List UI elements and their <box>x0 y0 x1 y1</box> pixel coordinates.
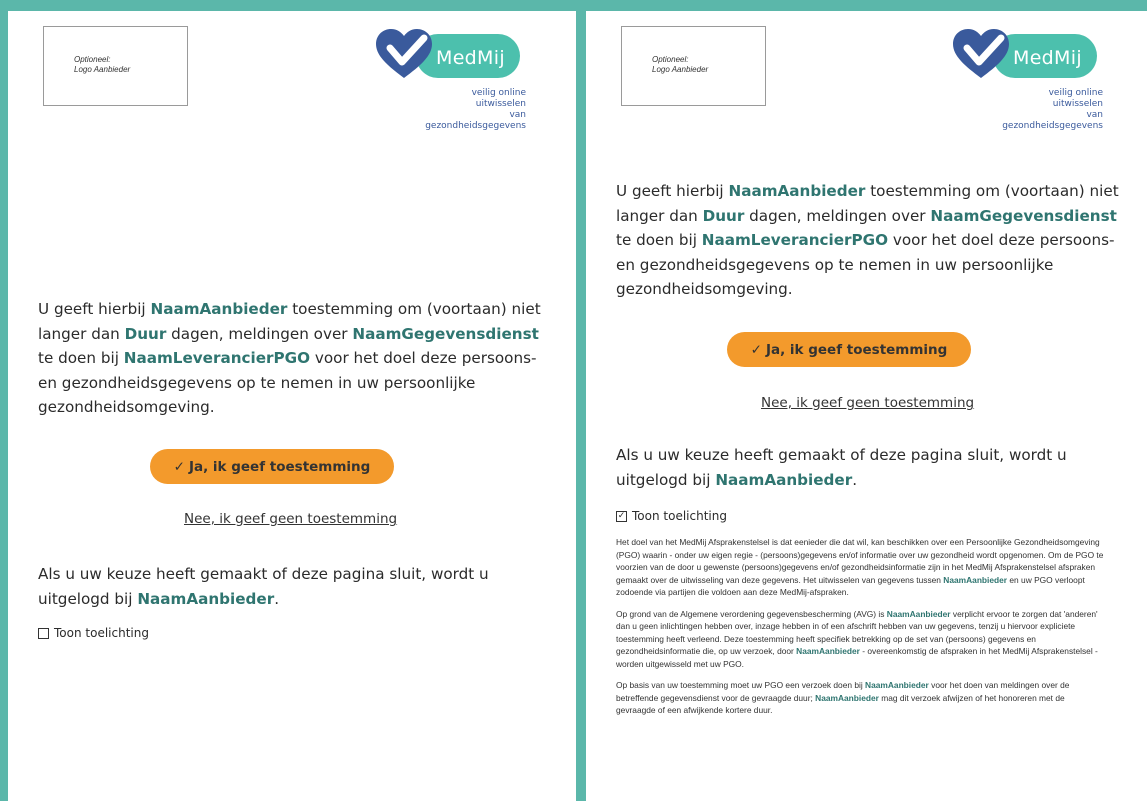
provider-name: NaamAanbieder <box>796 646 860 656</box>
pgo-supplier-name: NaamLeverancierPGO <box>701 231 889 249</box>
show-explanation-toggle[interactable]: ✓ Toon toelichting <box>616 509 727 523</box>
medmij-logo: MedMij veilig online uitwisselen van gez… <box>951 26 1103 131</box>
explanation-text-part: Op grond van de Algemene verordening geg… <box>616 608 887 619</box>
decline-consent-link[interactable]: Nee, ik geef geen toestemming <box>184 511 397 527</box>
give-consent-button[interactable]: ✓ Ja, ik geef toestemming <box>727 332 971 367</box>
brand-tagline-line1: veilig online uitwisselen <box>1048 88 1103 109</box>
provider-name: NaamAanbieder <box>715 470 853 489</box>
logout-message: Als u uw keuze heeft gemaakt of deze pag… <box>616 443 1126 492</box>
show-explanation-label: Toon toelichting <box>54 626 149 640</box>
consent-text-part: dagen, meldingen over <box>744 206 931 225</box>
brand-name: MedMij <box>436 47 505 69</box>
provider-name: NaamAanbieder <box>150 300 288 318</box>
consent-text-part: te doen bij <box>38 349 124 367</box>
give-consent-button[interactable]: ✓ Ja, ik geef toestemming <box>150 449 394 484</box>
show-explanation-toggle[interactable]: Toon toelichting <box>38 626 149 640</box>
check-icon: ✓ <box>750 341 762 358</box>
brand-tagline: veilig online uitwisselen van gezondheid… <box>422 88 526 132</box>
consent-text-part: U geeft hierbij <box>616 182 729 200</box>
data-service-name: NaamGegevensdienst <box>930 206 1117 225</box>
logout-text-part: . <box>274 589 280 608</box>
provider-name: NaamAanbieder <box>815 692 879 703</box>
consent-text-part: dagen, meldingen over <box>166 324 353 343</box>
medmij-logo: MedMij veilig online uitwisselen van gez… <box>374 26 526 131</box>
explanation-paragraph: Het doel van het MedMij Afsprakenstelsel… <box>616 536 1104 599</box>
brand-tagline: veilig online uitwisselen van gezondheid… <box>999 88 1103 132</box>
provider-name: NaamAanbieder <box>865 680 929 690</box>
provider-name: NaamAanbieder <box>137 589 275 608</box>
duration-value: Duur <box>124 324 167 343</box>
provider-logo-placeholder: Optioneel: Logo Aanbieder <box>43 26 188 106</box>
brand-name: MedMij <box>1013 47 1082 69</box>
logo-placeholder-line2: Logo Aanbieder <box>74 65 131 74</box>
pgo-supplier-name: NaamLeverancierPGO <box>123 349 311 367</box>
explanation-text-part: Op basis van uw toestemming moet uw PGO … <box>616 680 866 690</box>
brand-tagline-line2: van gezondheidsgegevens <box>425 110 526 131</box>
logo-placeholder-line1: Optioneel: <box>652 55 689 64</box>
check-icon: ✓ <box>173 458 185 475</box>
brand-tagline-line2: van gezondheidsgegevens <box>1002 110 1103 131</box>
consent-text: U geeft hierbij NaamAanbieder toestemmin… <box>38 297 548 420</box>
consent-text-part: te doen bij <box>616 231 702 249</box>
logout-message: Als u uw keuze heeft gemaakt of deze pag… <box>38 562 548 611</box>
provider-logo-placeholder: Optioneel: Logo Aanbieder <box>621 26 766 106</box>
consent-screen-expanded: Optioneel: Logo Aanbieder MedMij veilig … <box>586 11 1147 801</box>
provider-name: NaamAanbieder <box>728 182 866 200</box>
consent-screen-collapsed: Optioneel: Logo Aanbieder MedMij veilig … <box>8 11 576 801</box>
consent-text: U geeft hierbij NaamAanbieder toestemmin… <box>616 179 1126 302</box>
logout-text-part: . <box>852 470 858 489</box>
explanation-checkbox[interactable] <box>38 627 49 639</box>
duration-value: Duur <box>702 206 745 225</box>
explanation-text: Het doel van het MedMij Afsprakenstelsel… <box>616 536 1104 726</box>
data-service-name: NaamGegevensdienst <box>352 324 539 343</box>
logo-placeholder-line2: Logo Aanbieder <box>652 65 709 74</box>
give-consent-label: Ja, ik geef toestemming <box>188 458 371 475</box>
consent-text-part: U geeft hierbij <box>38 300 151 318</box>
explanation-paragraph: Op grond van de Algemene verordening geg… <box>616 608 1104 671</box>
show-explanation-label: Toon toelichting <box>632 509 727 523</box>
decline-consent-link[interactable]: Nee, ik geef geen toestemming <box>761 395 974 411</box>
brand-tagline-line1: veilig online uitwisselen <box>471 88 526 109</box>
provider-name: NaamAanbieder <box>943 574 1008 585</box>
explanation-checkbox[interactable]: ✓ <box>616 510 627 522</box>
provider-name: NaamAanbieder <box>886 608 951 619</box>
give-consent-label: Ja, ik geef toestemming <box>765 341 948 358</box>
explanation-paragraph: Op basis van uw toestemming moet uw PGO … <box>616 679 1104 717</box>
logo-placeholder-line1: Optioneel: <box>74 55 111 64</box>
